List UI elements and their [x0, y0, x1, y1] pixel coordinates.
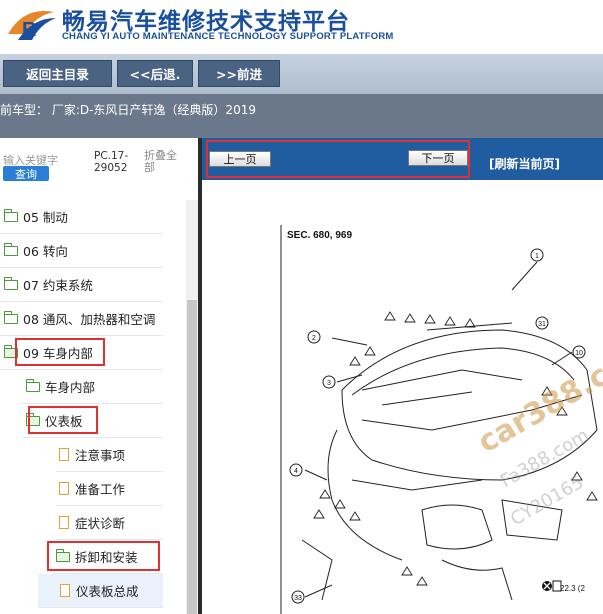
- tree-item-body-interior-sub[interactable]: 车身内部: [22, 370, 163, 404]
- tree-item-preparation[interactable]: 准备工作: [56, 472, 163, 506]
- tree-item-label: 08 通风、加热器和空调: [23, 312, 156, 327]
- tree-item-label: 注意事项: [75, 448, 126, 463]
- tree-item-label: 07 约束系统: [23, 278, 93, 293]
- tree-item-label: 准备工作: [75, 482, 126, 497]
- tree-item-label: 仪表板: [45, 414, 83, 429]
- search-area: 输入关键字 查询 PC.17-29052 折叠全部: [0, 138, 200, 200]
- callout-label: 2: [312, 335, 316, 342]
- tree-item-instrument-panel-assembly[interactable]: 仪表板总成: [38, 574, 163, 608]
- tree-item-label: 症状诊断: [75, 516, 126, 531]
- page-reference: 22.3 (2: [560, 584, 585, 593]
- car-model-text: 前车型： 厂家:D-东风日产轩逸（经典版）2019: [0, 103, 256, 117]
- folder-icon: [3, 310, 18, 324]
- folder-open-icon: [55, 548, 70, 562]
- folder-icon: [3, 208, 18, 222]
- diagram-area: 1 2 3 4 10 31 33 SEC. 680, 969 22.3 (2 c…: [202, 180, 603, 614]
- document-icon: [59, 516, 69, 529]
- folder-open-icon: [25, 412, 40, 426]
- scrollbar-thumb[interactable]: [187, 300, 197, 614]
- tree-item-symptom-diagnosis[interactable]: 症状诊断: [56, 506, 163, 540]
- collapse-all-button[interactable]: 折叠全部: [144, 150, 184, 174]
- tree-item-brake[interactable]: 05 制动: [0, 200, 163, 234]
- forward-button[interactable]: >>前进: [198, 60, 280, 87]
- header: R 畅易汽车维修技术支持平台 CHANG YI AUTO MAINTENANCE…: [0, 0, 603, 54]
- refresh-page-link[interactable]: [刷新当前页]: [489, 155, 560, 172]
- tree-item-label: 06 转向: [23, 244, 68, 259]
- query-button[interactable]: 查询: [3, 166, 49, 181]
- document-icon: [60, 584, 70, 597]
- folder-icon: [3, 242, 18, 256]
- tree-item-removal-installation[interactable]: 拆卸和安装: [52, 540, 163, 574]
- tree-item-label: 车身内部: [45, 380, 96, 395]
- right-panel: 上一页 下一页 [刷新当前页] 1 2 3 4 10 31 33 SEC. 68…: [202, 138, 603, 614]
- tree-item-label: 09 车身内部: [23, 346, 93, 361]
- tree-item-steering[interactable]: 06 转向: [0, 234, 163, 268]
- logo-icon: R: [8, 10, 56, 41]
- next-page-button[interactable]: 下一页: [408, 150, 468, 166]
- callout-label: 4: [294, 468, 298, 475]
- parts-diagram: 1 2 3 4 10 31 33: [280, 225, 598, 614]
- home-button[interactable]: 返回主目录: [3, 60, 112, 87]
- tree-item-label: 仪表板总成: [76, 584, 139, 599]
- tree-item-instrument-panel[interactable]: 仪表板: [22, 404, 163, 438]
- svg-text:R: R: [22, 19, 37, 41]
- folder-icon: [25, 378, 40, 392]
- tree-item-body-interior[interactable]: 09 车身内部: [0, 336, 163, 370]
- callout-label: 3: [327, 380, 331, 387]
- tree-item-hvac[interactable]: 08 通风、加热器和空调: [0, 302, 163, 336]
- prev-page-button[interactable]: 上一页: [209, 151, 271, 167]
- callout-label: 10: [575, 350, 583, 357]
- left-panel: 输入关键字 查询 PC.17-29052 折叠全部 05 制动 06 转向 07…: [0, 138, 200, 614]
- tree-view: 05 制动 06 转向 07 约束系统 08 通风、加热器和空调 09 车身内部…: [0, 200, 186, 614]
- folder-icon: [3, 276, 18, 290]
- document-icon: [59, 448, 69, 461]
- tree-item-restraint[interactable]: 07 约束系统: [0, 268, 163, 302]
- tree-scrollbar[interactable]: [186, 200, 198, 614]
- back-button[interactable]: <<后退.: [117, 60, 193, 87]
- brand-title-en: CHANG YI AUTO MAINTENANCE TECHNOLOGY SUP…: [62, 31, 394, 42]
- callout-label: 1: [535, 253, 539, 260]
- folder-open-icon: [3, 344, 18, 358]
- pc-number: PC.17-29052: [94, 150, 129, 174]
- section-label: SEC. 680, 969: [287, 230, 353, 241]
- document-icon: [59, 482, 69, 495]
- nav-bar: 返回主目录 <<后退. >>前进: [0, 54, 603, 94]
- callout-label: 33: [294, 595, 302, 602]
- page-toolbar: 上一页 下一页 [刷新当前页]: [202, 138, 603, 180]
- tree-item-precautions[interactable]: 注意事项: [56, 438, 163, 472]
- tree-item-label: 拆卸和安装: [75, 550, 138, 565]
- model-bar: 前车型： 厂家:D-东风日产轩逸（经典版）2019: [0, 94, 603, 138]
- callout-label: 31: [538, 321, 546, 328]
- tree-item-label: 05 制动: [23, 210, 68, 225]
